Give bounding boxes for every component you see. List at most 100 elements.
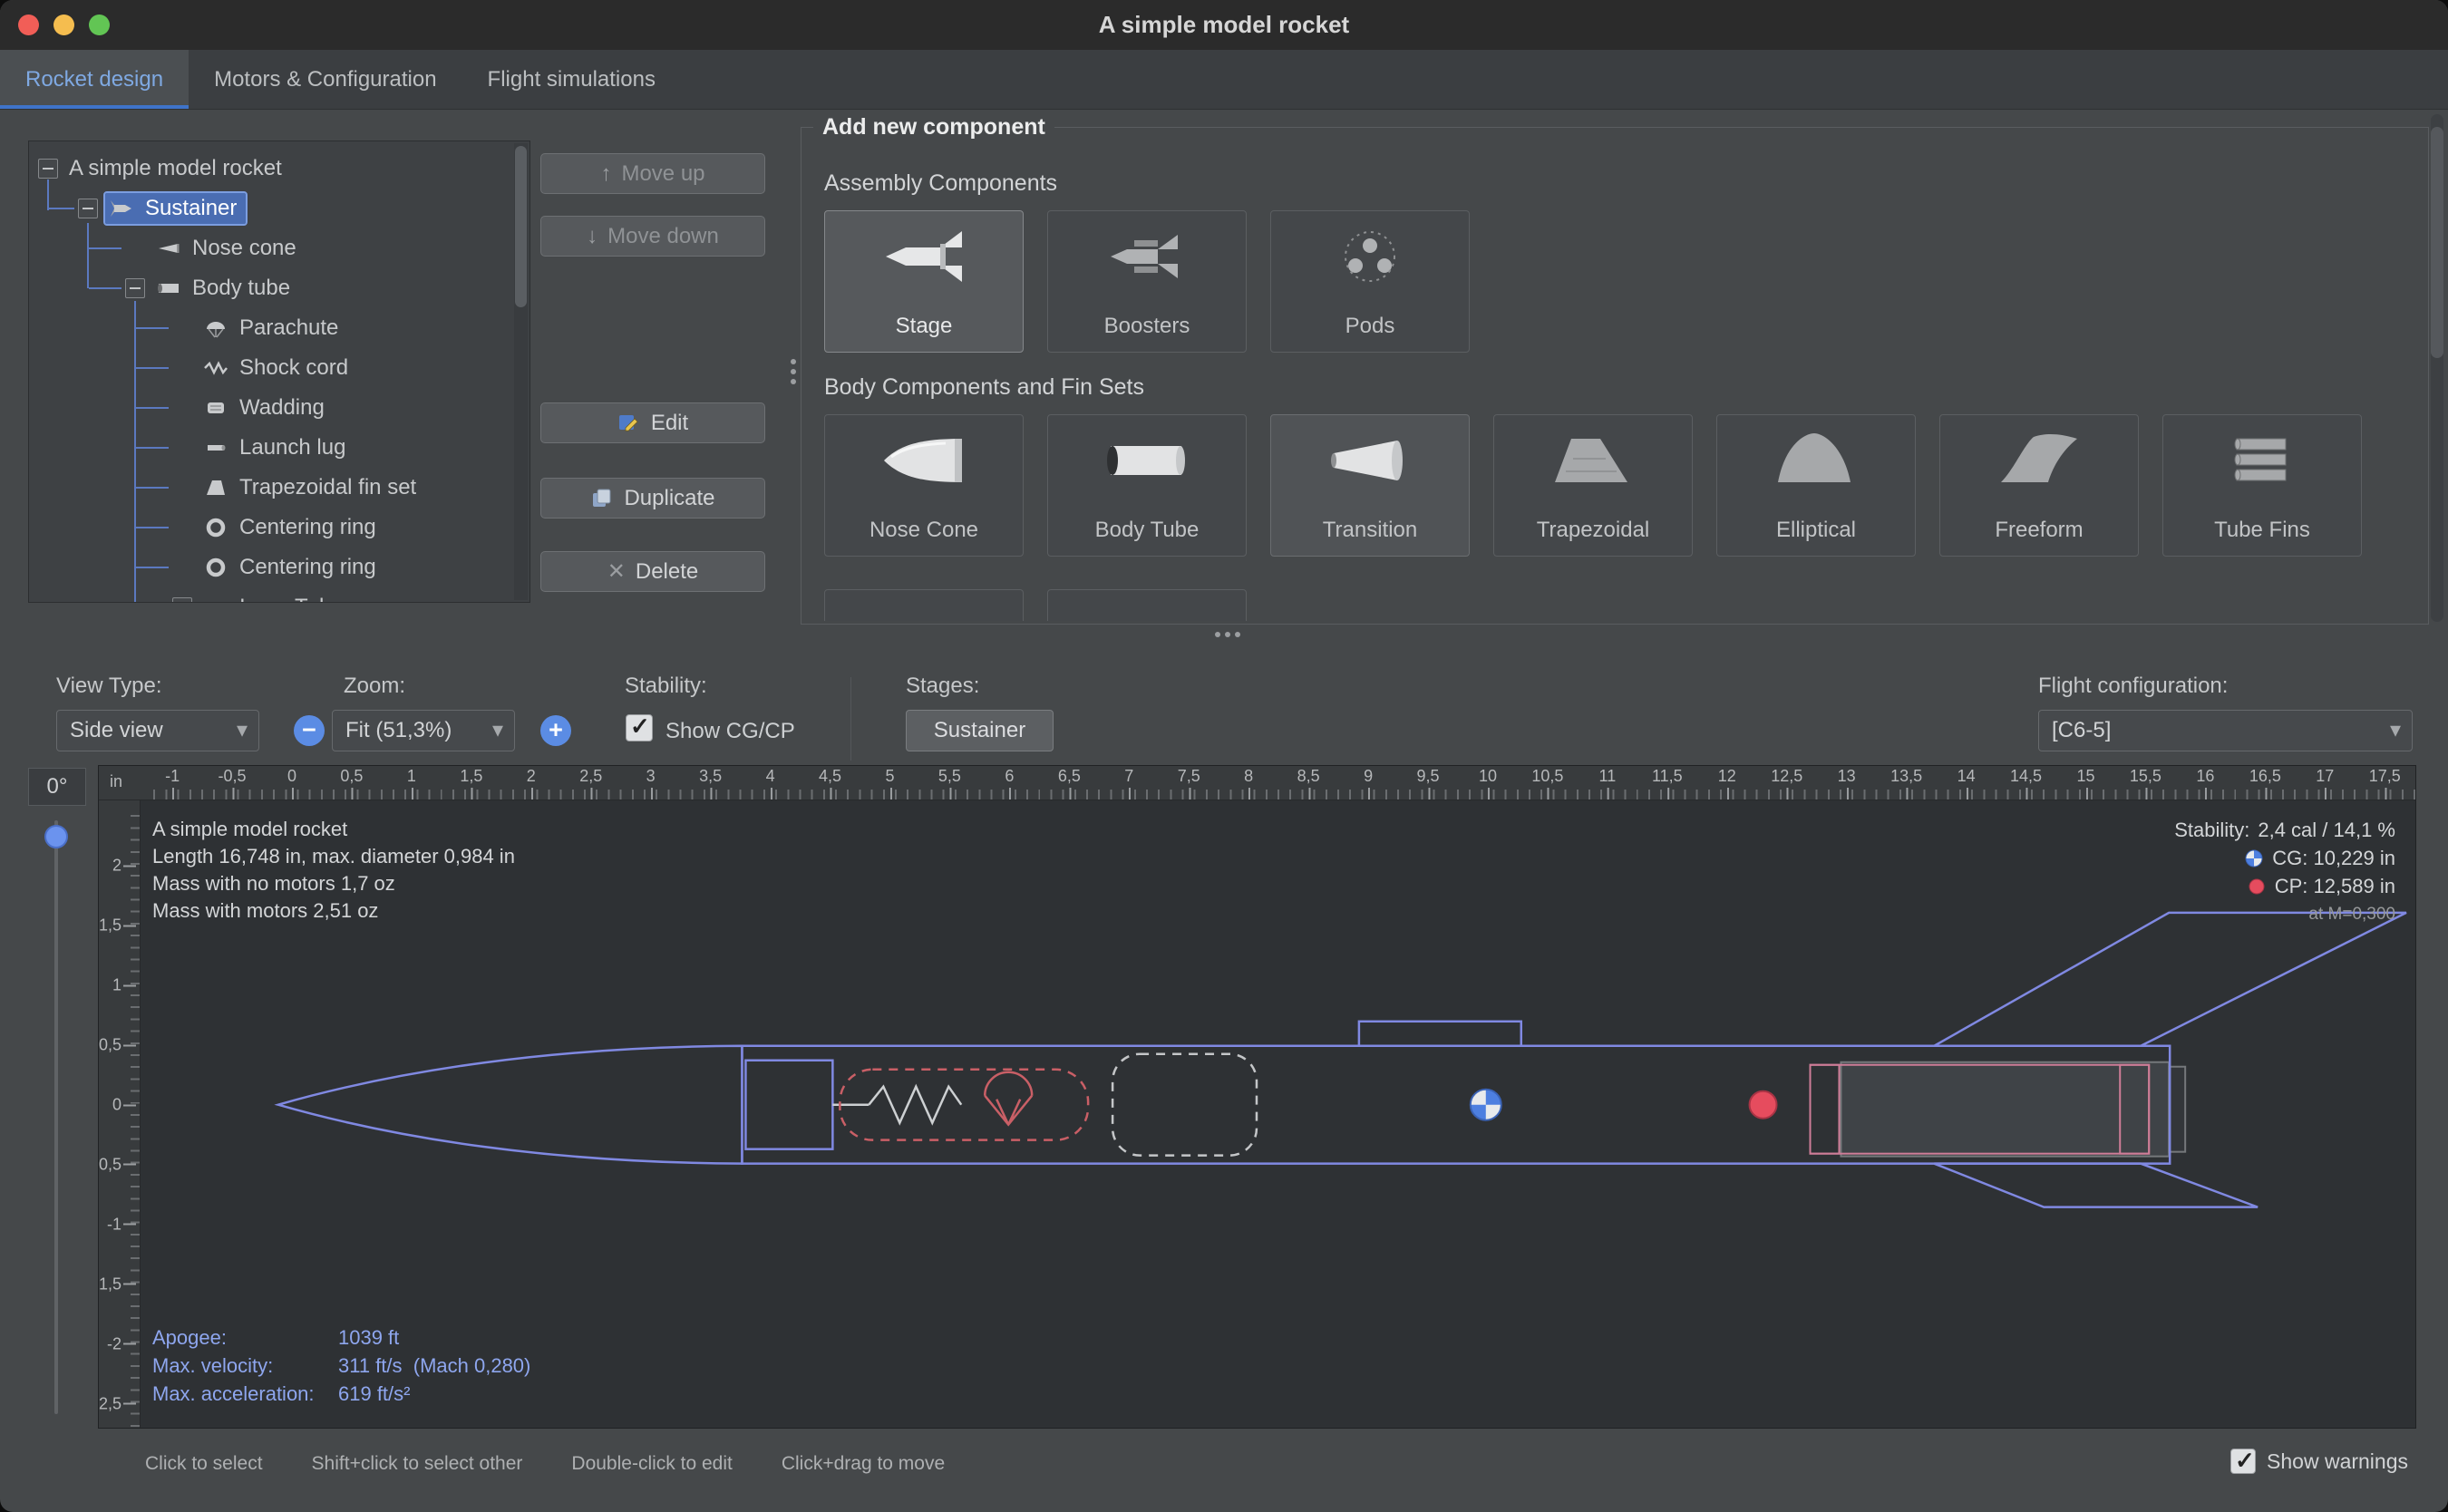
delete-button[interactable]: ✕ Delete [540, 551, 765, 592]
flight-label: Apogee: [152, 1323, 338, 1352]
collapse-icon[interactable] [38, 159, 58, 179]
launch-lug-drawing[interactable] [1359, 1022, 1521, 1046]
stage-toggle-sustainer[interactable]: Sustainer [906, 710, 1054, 751]
nose-cone-drawing[interactable] [278, 1046, 743, 1164]
collapse-icon[interactable] [125, 278, 145, 298]
component-button-tube-fins[interactable]: Tube Fins [2162, 414, 2362, 557]
cp-legend-icon [2247, 877, 2267, 897]
move-up-label: Move up [621, 161, 704, 187]
tree-item-wadding[interactable]: Wadding [29, 388, 529, 428]
show-warnings-label: Show warnings [2267, 1449, 2408, 1474]
show-warnings-checkbox[interactable] [2230, 1449, 2256, 1474]
tree-item-label: Parachute [239, 315, 338, 341]
view-type-value: Side view [70, 718, 163, 742]
component-button-pods[interactable]: Pods [1270, 210, 1470, 353]
flight-config-select[interactable]: [C6-5] [2038, 710, 2413, 751]
maximize-button[interactable] [89, 15, 110, 35]
splitter-handle-horizontal[interactable] [1215, 632, 1220, 637]
zoom-in-button[interactable]: + [540, 715, 571, 746]
splitter-handle-vertical[interactable] [791, 359, 796, 364]
tree-item-nose-cone[interactable]: Nose cone [29, 228, 529, 268]
move-up-button[interactable]: ↑ Move up [540, 153, 765, 194]
tube-fins-icon [2217, 426, 2307, 495]
delete-label: Delete [636, 559, 698, 585]
boosters-icon [1102, 222, 1192, 291]
tree-item-sustainer[interactable]: Sustainer [29, 189, 529, 228]
info-line: Mass with no motors 1,7 oz [152, 870, 515, 897]
elliptical-icon [1771, 426, 1861, 495]
tree-item-body-tube[interactable]: Body tube [29, 268, 529, 308]
nosecone-icon [156, 236, 183, 261]
component-button-stage[interactable]: Stage [824, 210, 1024, 353]
tab-flight-simulations[interactable]: Flight simulations [462, 50, 681, 109]
minimize-button[interactable] [53, 15, 74, 35]
status-hint: Click to select [145, 1453, 263, 1475]
transition-icon [1325, 426, 1415, 495]
tree-item-label: Launch lug [239, 435, 345, 460]
component-tree: A simple model rocketSustainer Nose cone B… [29, 141, 529, 602]
tab-motors-configuration[interactable]: Motors & Configuration [189, 50, 461, 109]
duplicate-button[interactable]: Duplicate [540, 478, 765, 519]
tree-scrollbar-thumb[interactable] [515, 146, 527, 307]
motor-drawing[interactable] [1841, 1062, 2185, 1157]
component-button-label: Tube Fins [2214, 518, 2310, 543]
tree-item-centering-ring[interactable]: Centering ring [29, 508, 529, 548]
flight-label: Max. acceleration: [152, 1380, 338, 1408]
component-button-body-tube[interactable]: Body Tube [1047, 414, 1247, 557]
flight-data-row: Apogee:1039 ft [152, 1323, 530, 1352]
shockcord-icon [203, 355, 230, 381]
move-down-button[interactable]: ↓ Move down [540, 216, 765, 257]
zoom-out-button[interactable]: − [294, 715, 325, 746]
component-button-label: Body Tube [1095, 518, 1200, 543]
panel-scrollbar-thumb[interactable] [2431, 127, 2443, 358]
tree-item-label: Nose cone [192, 236, 296, 261]
tab-bar: Rocket design Motors & Configuration Fligh… [0, 50, 2448, 110]
component-button-label: Trapezoidal [1537, 518, 1650, 543]
rotation-slider[interactable] [54, 820, 58, 1414]
tab-rocket-design[interactable]: Rocket design [0, 50, 189, 109]
tree-item-a-simple-model-rocket[interactable]: A simple model rocket [29, 149, 529, 189]
edit-button[interactable]: Edit [540, 402, 765, 443]
tree-item-centering-ring[interactable]: Centering ring [29, 548, 529, 587]
tree-item-inner-tube[interactable]: Inner Tube [29, 587, 529, 603]
tree-item-label: Body tube [192, 276, 290, 301]
component-button-trapezoidal[interactable]: Trapezoidal [1493, 414, 1693, 557]
tree-item-shock-cord[interactable]: Shock cord [29, 348, 529, 388]
component-button-nose-cone[interactable]: Nose Cone [824, 414, 1024, 557]
tree-item-launch-lug[interactable]: Launch lug [29, 428, 529, 468]
component-button-boosters[interactable]: Boosters [1047, 210, 1247, 353]
flight-config-value: [C6-5] [2052, 718, 2111, 742]
status-hints: Click to selectShift+click to select oth… [145, 1453, 945, 1475]
close-button[interactable] [18, 15, 39, 35]
tab-label: Motors & Configuration [214, 67, 436, 92]
component-button-label: Freeform [1995, 518, 2083, 543]
cp-text: CP: 12,589 in [2275, 872, 2395, 900]
info-line: Mass with motors 2,51 oz [152, 897, 515, 925]
cp-symbol [1750, 1091, 1777, 1119]
collapse-icon[interactable] [78, 199, 98, 218]
show-cgcp-checkbox[interactable] [626, 714, 653, 741]
mach-text: at M=0,300 [2308, 900, 2395, 928]
collapse-icon[interactable] [172, 597, 192, 603]
tree-item-trapezoidal-fin-set[interactable]: Trapezoidal fin set [29, 468, 529, 508]
tree-item-parachute[interactable]: Parachute [29, 308, 529, 348]
shock-cord-drawing[interactable] [832, 1087, 961, 1123]
component-button-transition[interactable]: Transition [1270, 414, 1470, 557]
title-bar: A simple model rocket [0, 0, 2448, 50]
component-button-partial[interactable] [1047, 589, 1247, 621]
section-title-assembly-components: Assembly Components [824, 170, 2405, 198]
view-type-select[interactable]: Side view [56, 710, 259, 751]
parachute-drawing[interactable] [840, 1070, 1088, 1140]
component-button-partial[interactable] [824, 589, 1024, 621]
nose-cone-icon [879, 426, 969, 495]
rotation-slider-thumb[interactable] [44, 825, 68, 848]
component-button-freeform[interactable]: Freeform [1939, 414, 2139, 557]
pencil-icon [617, 412, 641, 435]
wadding-drawing[interactable] [1112, 1054, 1257, 1156]
component-button-elliptical[interactable]: Elliptical [1716, 414, 1916, 557]
zoom-select[interactable]: Fit (51,3%) [332, 710, 515, 751]
rocket-view-canvas[interactable]: in -1-0,500,511,522,533,544,555,566,577,… [98, 765, 2416, 1429]
add-component-panel: Add new component Assembly ComponentsSta… [801, 112, 2429, 625]
move-down-label: Move down [607, 224, 719, 249]
status-hint: Double-click to edit [571, 1453, 732, 1475]
